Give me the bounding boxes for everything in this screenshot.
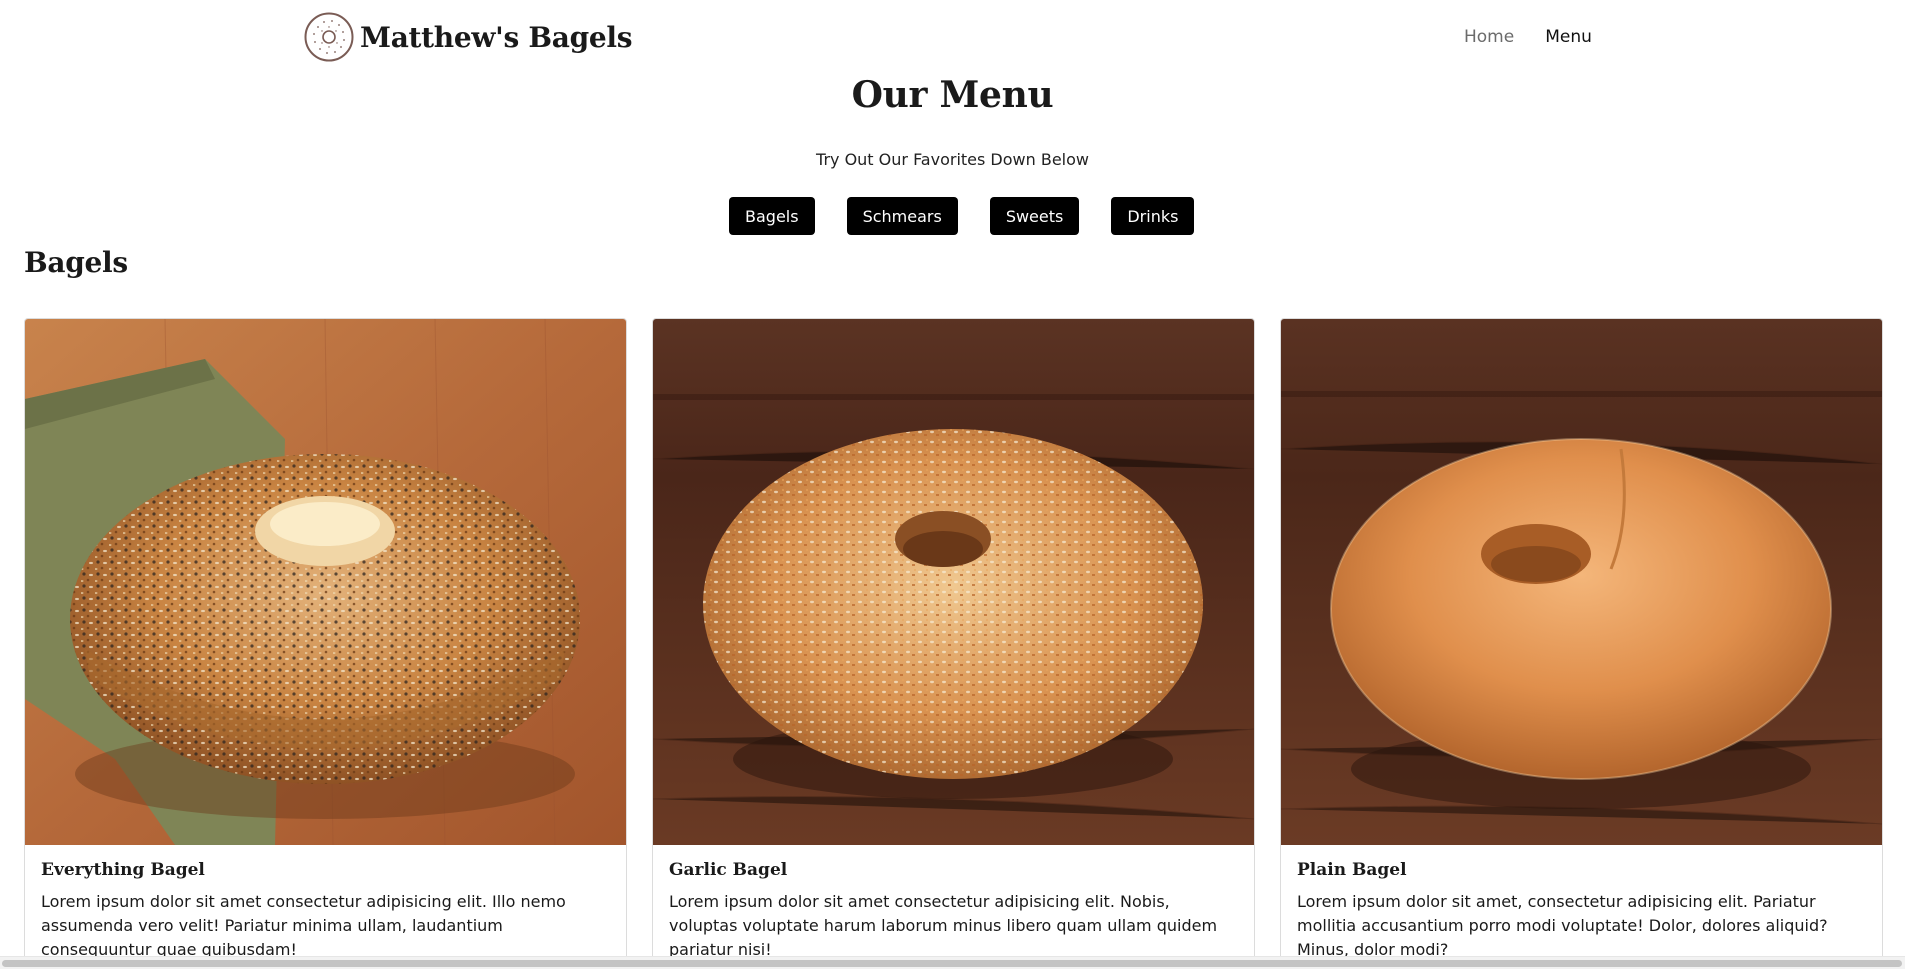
- brand-link[interactable]: Matthew's Bagels: [304, 12, 632, 62]
- filter-button-drinks[interactable]: Drinks: [1111, 197, 1195, 235]
- section-title: Bagels: [24, 246, 128, 279]
- menu-card-grid: Everything Bagel Lorem ipsum dolor sit a…: [24, 318, 1883, 969]
- page-subtitle: Try Out Our Favorites Down Below: [816, 150, 1089, 169]
- nav-link-home[interactable]: Home: [1464, 27, 1514, 47]
- card-description: Lorem ipsum dolor sit amet consectetur a…: [669, 892, 1218, 959]
- category-filters: Bagels Schmears Sweets Drinks: [729, 197, 1195, 235]
- bagel-logo-icon: [304, 12, 354, 62]
- nav-link-menu[interactable]: Menu: [1545, 27, 1592, 47]
- menu-card[interactable]: Garlic Bagel Lorem ipsum dolor sit amet …: [652, 318, 1255, 969]
- plain-bagel-photo: [1281, 319, 1882, 845]
- card-description: Lorem ipsum dolor sit amet, consectetur …: [1297, 892, 1828, 959]
- scrollbar-thumb[interactable]: [2, 960, 1902, 967]
- menu-card[interactable]: Plain Bagel Lorem ipsum dolor sit amet, …: [1280, 318, 1883, 969]
- everything-bagel-photo: [25, 319, 626, 845]
- filter-button-schmears[interactable]: Schmears: [846, 197, 958, 235]
- card-title: Plain Bagel: [1297, 860, 1407, 880]
- card-description: Lorem ipsum dolor sit amet consectetur a…: [41, 892, 566, 959]
- menu-card[interactable]: Everything Bagel Lorem ipsum dolor sit a…: [24, 318, 627, 969]
- filter-button-bagels[interactable]: Bagels: [729, 197, 815, 235]
- site-header: Matthew's Bagels Home Menu: [0, 0, 1905, 76]
- filter-button-sweets[interactable]: Sweets: [989, 197, 1080, 235]
- garlic-bagel-photo: [653, 319, 1254, 845]
- main-nav: Home Menu: [1464, 27, 1592, 47]
- card-body: Plain Bagel Lorem ipsum dolor sit amet, …: [1281, 845, 1882, 962]
- card-title: Garlic Bagel: [669, 860, 788, 880]
- horizontal-scrollbar[interactable]: [0, 956, 1905, 969]
- card-body: Everything Bagel Lorem ipsum dolor sit a…: [25, 845, 626, 962]
- card-body: Garlic Bagel Lorem ipsum dolor sit amet …: [653, 845, 1254, 962]
- card-title: Everything Bagel: [41, 860, 205, 880]
- brand-name: Matthew's Bagels: [360, 20, 633, 54]
- page-title: Our Menu: [851, 74, 1054, 116]
